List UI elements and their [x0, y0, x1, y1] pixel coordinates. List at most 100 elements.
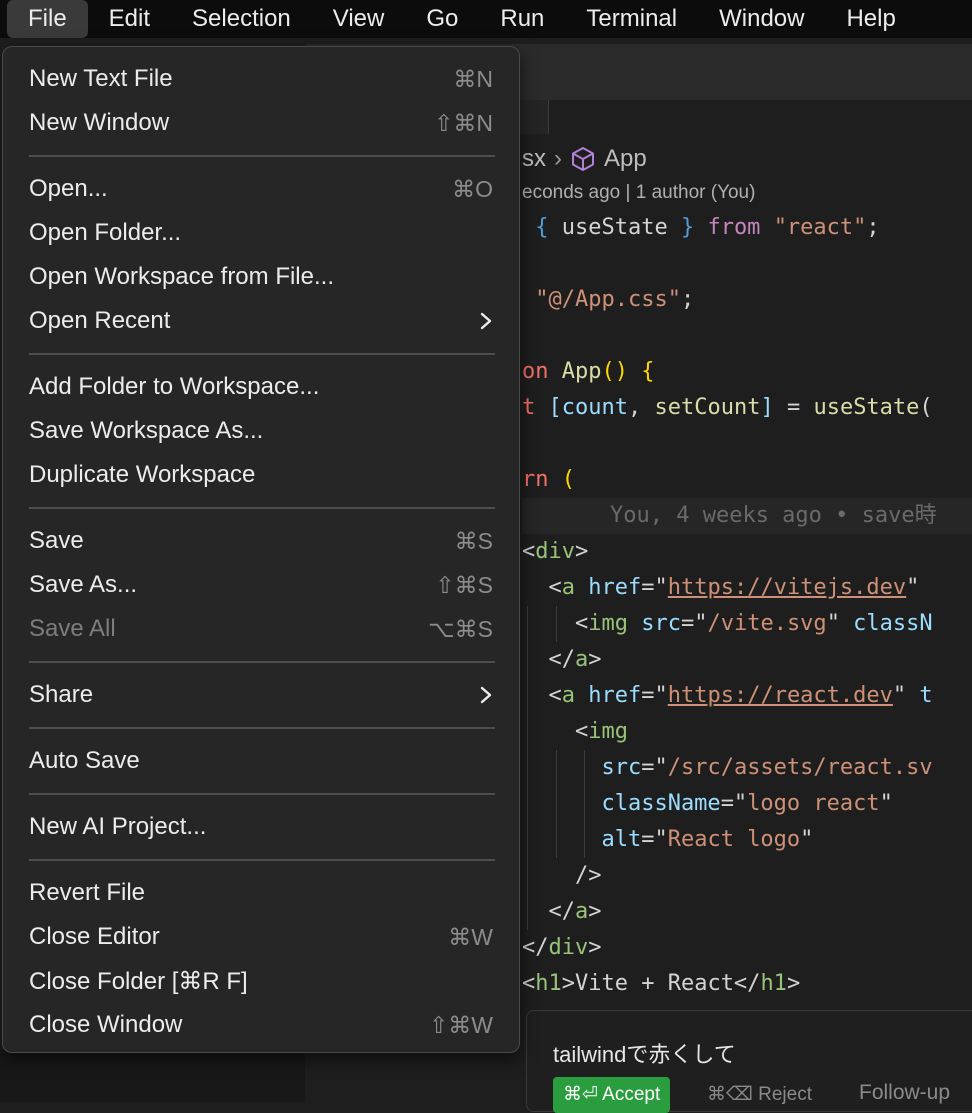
code-token: {	[641, 359, 655, 384]
ai-inline-popup: tailwindで赤くして ⌘⏎ Accept ⌘⌫ Reject Follow…	[526, 1010, 972, 1113]
menu-item-new-window[interactable]: New Window ⇧⌘N	[3, 101, 521, 145]
menu-item-label: Save As...	[29, 571, 138, 598]
code-token: "react"	[773, 215, 867, 240]
code-token: "@/App.css"	[535, 287, 681, 312]
indent-guide	[527, 822, 528, 858]
breadcrumb-file[interactable]: sx	[522, 145, 546, 173]
code-token: href	[575, 683, 642, 708]
code-line: { useState } from "react";	[522, 210, 972, 246]
menu-item-label: Share	[29, 681, 94, 708]
code-token: setCount	[654, 395, 761, 420]
menubar-file[interactable]: File	[7, 0, 88, 38]
menubar-go[interactable]: Go	[405, 0, 479, 38]
code-token: ="	[641, 575, 668, 600]
menu-item-label: Open Workspace from File...	[29, 263, 334, 290]
code-token: /vite.svg	[707, 611, 827, 636]
menu-item-open-recent[interactable]: Open Recent	[3, 299, 521, 343]
menu-item-label: Close Editor	[29, 923, 160, 950]
menu-item-open[interactable]: Open... ⌘O	[3, 167, 521, 211]
code-token: src	[522, 755, 642, 780]
code-token: >Vite + React</	[561, 971, 761, 996]
chevron-right-icon	[479, 311, 493, 331]
code-token: }	[680, 215, 695, 240]
menu-item-save[interactable]: Save ⌘S	[3, 519, 521, 563]
editor-tab-previous[interactable]	[520, 100, 548, 134]
code-line: <a href="https://react.dev" t	[522, 678, 972, 714]
accept-button[interactable]: ⌘⏎ Accept	[553, 1077, 671, 1113]
menu-item-shortcut: ⌘S	[454, 527, 493, 554]
indent-guide	[527, 786, 528, 822]
code-line: on App() {	[522, 354, 972, 390]
menu-item-close-folder[interactable]: Close Folder [⌘R F]	[3, 959, 521, 1003]
code-token: ="	[641, 827, 668, 852]
menu-item-shortcut: ⇧⌘S	[435, 571, 493, 598]
breadcrumb-symbol[interactable]: App	[604, 145, 647, 173]
menubar-help[interactable]: Help	[825, 0, 916, 38]
code-token: "	[892, 683, 907, 708]
breadcrumb[interactable]: sx › App	[522, 144, 647, 174]
menubar-edit[interactable]: Edit	[88, 0, 171, 38]
menu-item-shortcut: ⌘N	[453, 65, 493, 92]
code-token: [count	[548, 395, 628, 420]
code-token: "	[879, 791, 893, 816]
menu-item-label: Open...	[29, 175, 108, 202]
codelens-blame[interactable]: econds ago | 1 author (You)	[522, 182, 755, 204]
menu-item-revert-file[interactable]: Revert File	[3, 871, 521, 915]
menu-item-label: New AI Project...	[29, 813, 207, 840]
menu-item-add-folder[interactable]: Add Folder to Workspace...	[3, 365, 521, 409]
code-token: /src/assets/react.sv	[667, 755, 933, 780]
menu-item-close-window[interactable]: Close Window ⇧⌘W	[3, 1003, 521, 1047]
code-token: >	[588, 647, 602, 672]
menu-item-open-folder[interactable]: Open Folder...	[3, 211, 521, 255]
code-token: ="	[680, 611, 708, 636]
code-line: alt="React logo"	[522, 822, 972, 858]
indent-guide	[527, 642, 528, 678]
menu-separator	[29, 661, 495, 663]
menu-separator	[29, 793, 495, 795]
code-token: useState	[813, 395, 920, 420]
menu-item-shortcut: ⇧⌘N	[434, 109, 493, 136]
code-token: ="	[641, 683, 668, 708]
menu-item-share[interactable]: Share	[3, 673, 521, 717]
indent-guide	[584, 750, 585, 786]
code-token: </	[522, 935, 549, 960]
code-token: ]	[760, 395, 774, 420]
code-line: You, 4 weeks ago • save時	[522, 498, 972, 534]
code-token: "	[906, 575, 920, 600]
editor-tab-active[interactable]	[548, 100, 972, 134]
menu-item-label: New Text File	[29, 65, 173, 92]
menu-item-new-text-file[interactable]: New Text File ⌘N	[3, 57, 521, 101]
code-line: <a href="https://vitejs.dev"	[522, 570, 972, 606]
code-token: img	[588, 611, 628, 636]
menu-item-close-editor[interactable]: Close Editor ⌘W	[3, 915, 521, 959]
code-token: =	[773, 395, 814, 420]
menu-item-open-workspace[interactable]: Open Workspace from File...	[3, 255, 521, 299]
code-token: ="	[641, 755, 668, 780]
menubar-view[interactable]: View	[312, 0, 406, 38]
menu-item-save-workspace-as[interactable]: Save Workspace As...	[3, 409, 521, 453]
menu-item-auto-save[interactable]: Auto Save	[3, 739, 521, 783]
code-token: a	[561, 575, 575, 600]
code-token: <	[522, 539, 536, 564]
code-line: </div>	[522, 930, 972, 966]
sidebar-pane	[0, 1050, 305, 1102]
code-token: div	[548, 935, 589, 960]
menubar-window[interactable]: Window	[698, 0, 825, 38]
code-token: a	[574, 647, 589, 672]
follow-up-button[interactable]: Follow-up	[859, 1081, 950, 1105]
code-token: t	[906, 683, 933, 708]
menubar-run[interactable]: Run	[479, 0, 565, 38]
menu-item-new-ai-project[interactable]: New AI Project...	[3, 805, 521, 849]
menubar-selection[interactable]: Selection	[171, 0, 312, 38]
code-area[interactable]: { useState } from "react"; "@/App.css"; o…	[522, 210, 972, 1002]
menu-separator	[29, 507, 495, 509]
indent-guide	[527, 858, 528, 894]
reject-button[interactable]: ⌘⌫ Reject	[707, 1083, 812, 1106]
menubar-terminal[interactable]: Terminal	[565, 0, 698, 38]
indent-guide	[527, 606, 528, 642]
menu-item-duplicate-workspace[interactable]: Duplicate Workspace	[3, 453, 521, 497]
menu-item-save-all[interactable]: Save All ⌥⌘S	[3, 607, 521, 651]
menu-item-save-as[interactable]: Save As... ⇧⌘S	[3, 563, 521, 607]
